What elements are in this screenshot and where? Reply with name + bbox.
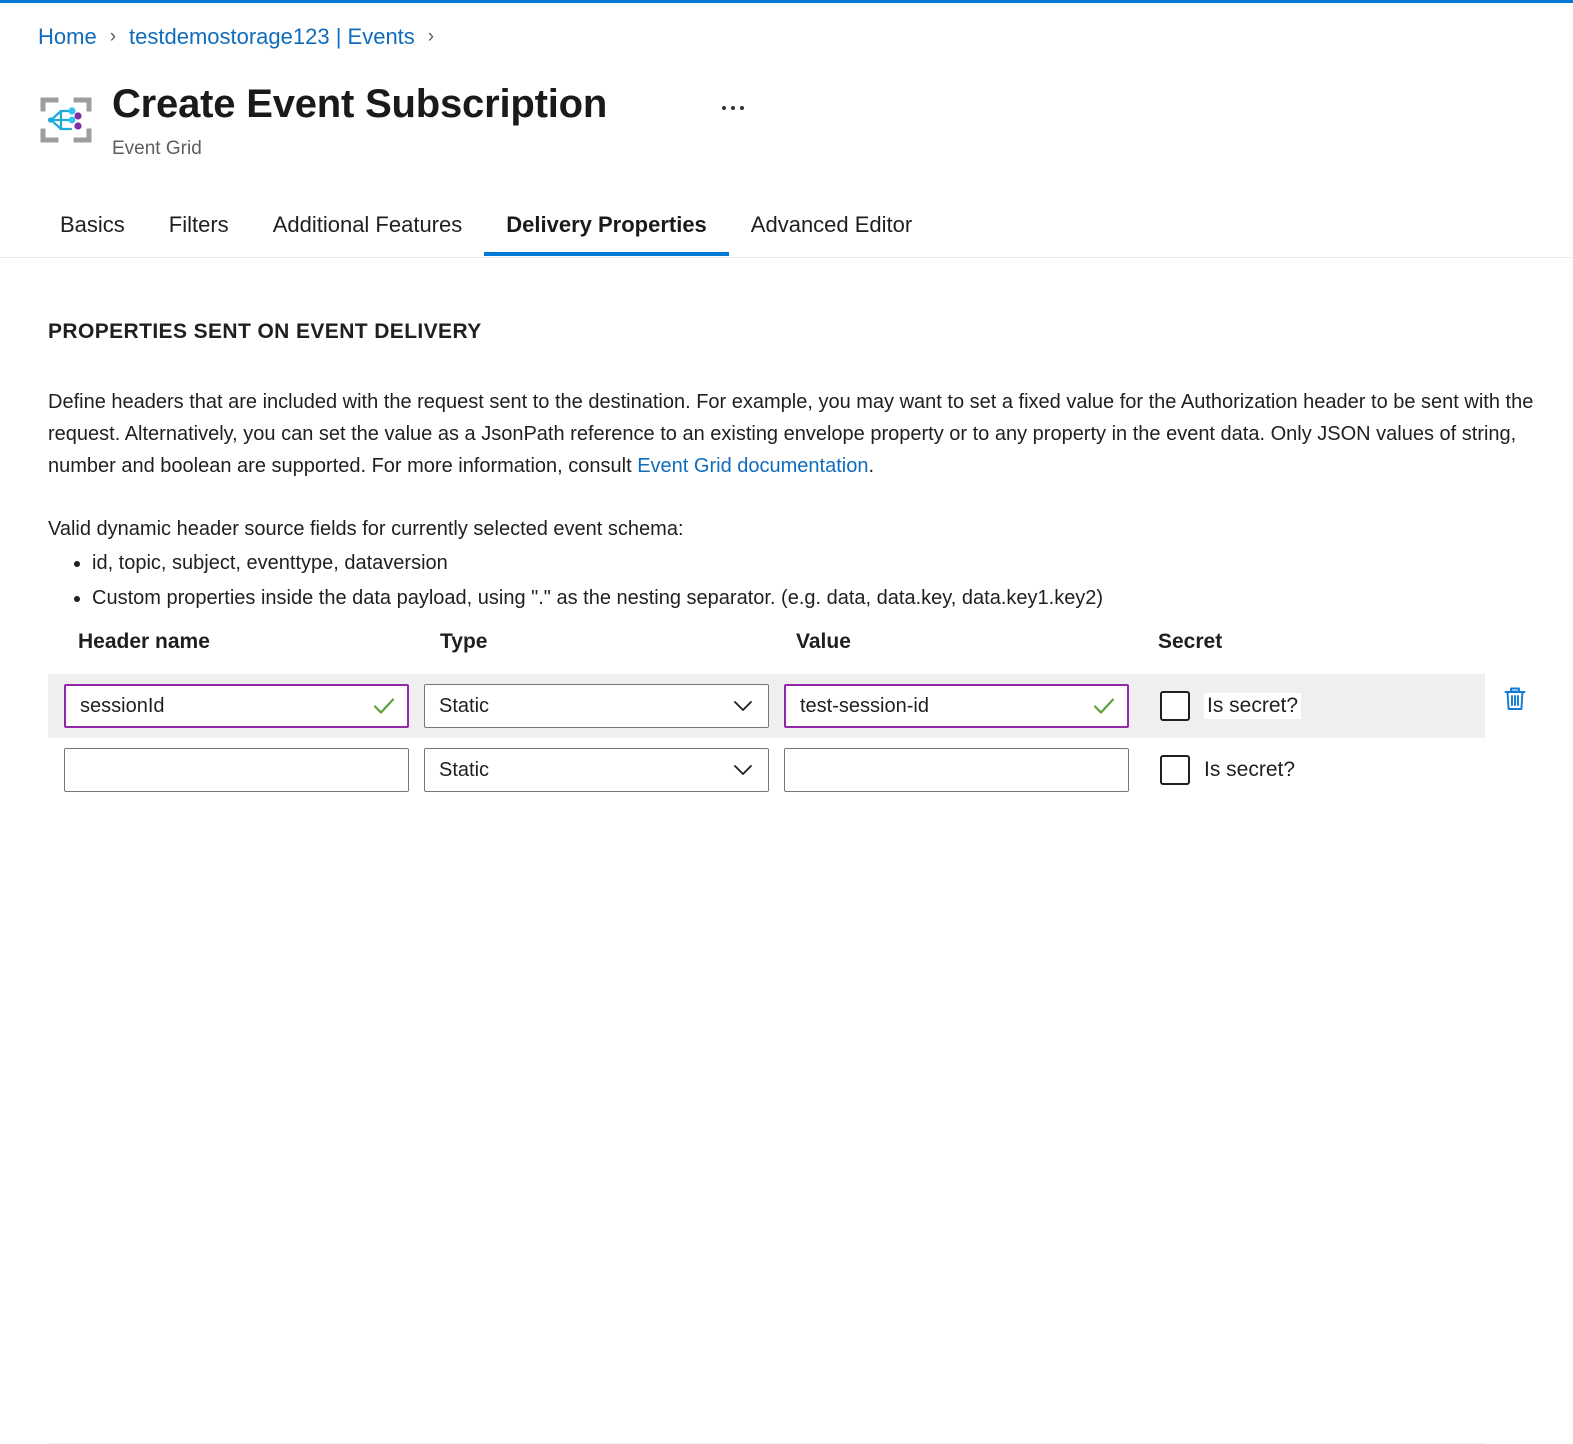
column-header-header-name: Header name bbox=[78, 630, 210, 654]
more-options-button[interactable] bbox=[713, 92, 753, 124]
page-header: Create Event Subscription Event Grid bbox=[38, 78, 607, 162]
type-value: Static bbox=[425, 695, 732, 718]
chevron-right-icon: › bbox=[110, 22, 116, 52]
column-header-secret: Secret bbox=[1158, 630, 1222, 654]
table-row: Static Is secret? bbox=[0, 738, 1573, 802]
tab-advanced-editor[interactable]: Advanced Editor bbox=[729, 196, 934, 256]
type-cell: Static bbox=[424, 748, 769, 792]
valid-check-icon bbox=[371, 693, 397, 719]
header-name-input[interactable] bbox=[64, 748, 409, 792]
ellipsis-dot-icon bbox=[740, 106, 744, 110]
secret-cell: Is secret? bbox=[1160, 684, 1301, 728]
ellipsis-dot-icon bbox=[731, 106, 735, 110]
value-text: test-session-id bbox=[786, 695, 1091, 718]
header-name-input[interactable]: sessionId bbox=[64, 684, 409, 728]
tab-bar: Basics Filters Additional Features Deliv… bbox=[0, 196, 1573, 258]
tab-basics[interactable]: Basics bbox=[38, 196, 147, 256]
value-input[interactable]: test-session-id bbox=[784, 684, 1129, 728]
list-item: id, topic, subject, eventtype, dataversi… bbox=[92, 546, 1103, 581]
table-row: sessionId Static test-session-id bbox=[0, 674, 1573, 738]
breadcrumb-item-events[interactable]: testdemostorage123 | Events bbox=[129, 22, 415, 52]
tab-filters[interactable]: Filters bbox=[147, 196, 251, 256]
valid-check-icon bbox=[1091, 693, 1117, 719]
value-input[interactable] bbox=[784, 748, 1129, 792]
description-text-end: . bbox=[868, 455, 874, 477]
tab-delivery-properties[interactable]: Delivery Properties bbox=[484, 196, 729, 256]
delete-row-button[interactable] bbox=[1500, 684, 1530, 714]
header-name-cell bbox=[64, 748, 409, 792]
type-select[interactable]: Static bbox=[424, 748, 769, 792]
chevron-down-icon bbox=[732, 695, 754, 717]
secret-cell: Is secret? bbox=[1160, 748, 1295, 792]
chevron-right-icon: › bbox=[428, 22, 434, 52]
delivery-properties-table: Header name Type Value Secret sessionId … bbox=[0, 626, 1573, 802]
is-secret-label[interactable]: Is secret? bbox=[1204, 758, 1295, 782]
header-name-value: sessionId bbox=[66, 695, 371, 718]
column-header-type: Type bbox=[440, 630, 487, 654]
type-value: Static bbox=[425, 759, 732, 782]
chevron-down-icon bbox=[732, 759, 754, 781]
value-cell bbox=[784, 748, 1129, 792]
is-secret-checkbox[interactable] bbox=[1160, 691, 1190, 721]
column-header-value: Value bbox=[796, 630, 851, 654]
value-cell: test-session-id bbox=[784, 684, 1129, 728]
event-grid-icon bbox=[38, 92, 94, 148]
is-secret-checkbox[interactable] bbox=[1160, 755, 1190, 785]
trash-icon bbox=[1500, 684, 1530, 714]
tab-additional-features[interactable]: Additional Features bbox=[251, 196, 485, 256]
is-secret-label[interactable]: Is secret? bbox=[1204, 693, 1301, 719]
section-description: Define headers that are included with th… bbox=[48, 386, 1543, 482]
type-select[interactable]: Static bbox=[424, 684, 769, 728]
breadcrumb-item-home[interactable]: Home bbox=[38, 22, 97, 52]
event-grid-documentation-link[interactable]: Event Grid documentation bbox=[637, 455, 868, 477]
top-accent-bar bbox=[0, 0, 1573, 3]
page-title: Create Event Subscription bbox=[112, 78, 607, 130]
page-subtitle: Event Grid bbox=[112, 136, 607, 162]
header-name-cell: sessionId bbox=[64, 684, 409, 728]
valid-fields-intro: Valid dynamic header source fields for c… bbox=[48, 514, 684, 544]
breadcrumb: Home › testdemostorage123 | Events › bbox=[38, 22, 447, 52]
ellipsis-dot-icon bbox=[722, 106, 726, 110]
list-item: Custom properties inside the data payloa… bbox=[92, 581, 1103, 616]
section-heading: PROPERTIES SENT ON EVENT DELIVERY bbox=[48, 320, 482, 344]
type-cell: Static bbox=[424, 684, 769, 728]
valid-fields-list: id, topic, subject, eventtype, dataversi… bbox=[48, 546, 1103, 616]
table-header-row: Header name Type Value Secret bbox=[0, 626, 1573, 674]
